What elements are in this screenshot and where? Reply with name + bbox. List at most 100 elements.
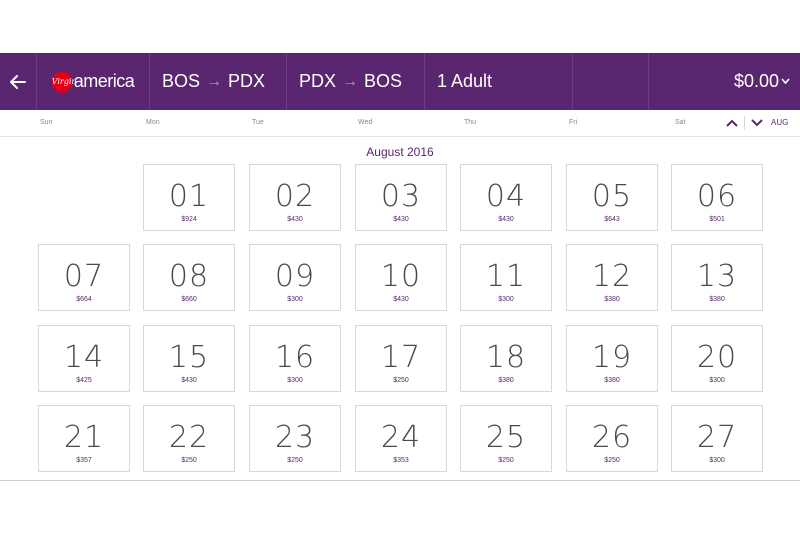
day-number: 03 [380,179,422,214]
day-fare: $430 [393,296,409,303]
day-fare: $660 [181,296,197,303]
back-button[interactable] [0,53,37,110]
day-fare: $501 [709,216,725,223]
day-number: 11 [485,259,527,294]
weekday-mon: Mon [146,119,160,126]
day-fare: $300 [709,457,725,464]
calendar-day[interactable]: 23 $250 [249,405,341,472]
calendar-day[interactable]: 27 $300 [671,405,763,472]
day-fare: $380 [709,296,725,303]
month-title: August 2016 [366,145,434,159]
weekday-wed: Wed [358,119,373,126]
day-fare: $250 [393,377,409,384]
day-number: 10 [380,259,422,294]
calendar-day[interactable]: 08 $660 [143,244,235,311]
day-number: 27 [696,420,738,455]
day-fare: $430 [498,216,514,223]
day-fare: $380 [604,296,620,303]
top-bar: Virgin america BOS → PDX PDX → BOS 1 Adu… [0,53,800,110]
day-fare: $300 [709,377,725,384]
day-fare: $300 [498,296,514,303]
day-number: 22 [168,420,210,455]
current-month-label: AUG [771,118,789,127]
day-number: 19 [591,340,633,375]
calendar-day[interactable]: 15 $430 [143,325,235,392]
calendar-day[interactable]: 06 $501 [671,164,763,231]
day-fare: $924 [181,216,197,223]
total-price: $0.00 [733,71,779,91]
calendar-day[interactable]: 20 $300 [671,325,763,392]
day-number: 18 [485,340,527,375]
calendar-day[interactable]: 04 $430 [460,164,552,231]
calendar-day[interactable]: 09 $300 [249,244,341,311]
day-number: 13 [696,259,738,294]
day-fare: $250 [287,457,303,464]
chevron-up-icon[interactable] [726,115,738,130]
calendar-day[interactable]: 18 $380 [460,325,552,392]
calendar-day[interactable]: 11 $300 [460,244,552,311]
day-fare: $425 [76,377,92,384]
day-fare: $643 [604,216,620,223]
calendar-day[interactable]: 17 $250 [355,325,447,392]
calendar-day[interactable]: 24 $353 [355,405,447,472]
calendar-day[interactable]: 03 $430 [355,164,447,231]
header-spacer [573,53,649,110]
outbound-route[interactable]: BOS → PDX [150,53,287,110]
day-number: 01 [168,179,210,214]
day-number: 02 [274,179,316,214]
divider [0,480,800,481]
calendar-day[interactable]: 14 $425 [38,325,130,392]
day-number: 07 [63,259,105,294]
day-number: 15 [168,340,210,375]
passenger-count: 1 Adult [437,71,493,91]
day-fare: $250 [604,457,620,464]
day-fare: $250 [181,457,197,464]
chevron-down-icon[interactable] [751,115,763,130]
day-fare: $430 [393,216,409,223]
calendar-day[interactable]: 05 $643 [566,164,658,231]
day-number: 08 [168,259,210,294]
return-destination: BOS [364,71,403,91]
calendar-day[interactable]: 10 $430 [355,244,447,311]
calendar-day[interactable]: 21 $357 [38,405,130,472]
right-arrow-icon: → [206,72,223,90]
day-number: 24 [380,420,422,455]
weekday-sat: Sat [675,119,686,126]
month-navigation: AUG [726,115,788,130]
calendar-day[interactable]: 12 $380 [566,244,658,311]
day-number: 05 [591,179,633,214]
outbound-destination: PDX [228,71,266,91]
weekday-sun: Sun [40,119,53,126]
calendar-day[interactable]: 16 $300 [249,325,341,392]
virgin-america-logo[interactable]: Virgin america [37,53,150,110]
price-summary[interactable]: $0.00 [649,53,800,110]
right-arrow-icon: → [342,72,359,90]
calendar-day[interactable]: 25 $250 [460,405,552,472]
passenger-selector[interactable]: 1 Adult [425,53,573,110]
weekday-header: Sun Mon Tue Wed Thu Fri Sat AUG [0,110,800,137]
calendar-day[interactable]: 07 $664 [38,244,130,311]
return-origin: PDX [299,71,337,91]
calendar-day[interactable]: 13 $380 [671,244,763,311]
day-fare: $250 [498,457,514,464]
outbound-origin: BOS [162,71,201,91]
calendar-day[interactable]: 22 $250 [143,405,235,472]
return-route[interactable]: PDX → BOS [287,53,425,110]
chevron-down-icon [781,78,790,85]
day-fare: $300 [287,377,303,384]
calendar-day[interactable]: 19 $380 [566,325,658,392]
calendar-day[interactable]: 01 $924 [143,164,235,231]
day-number: 21 [63,420,105,455]
weekday-fri: Fri [569,119,578,126]
day-number: 26 [591,420,633,455]
calendar-day[interactable]: 26 $250 [566,405,658,472]
calendar-day[interactable]: 02 $430 [249,164,341,231]
day-number: 17 [380,340,422,375]
day-fare: $300 [287,296,303,303]
day-fare: $430 [181,377,197,384]
day-fare: $380 [604,377,620,384]
day-number: 25 [485,420,527,455]
nav-divider [744,115,745,130]
day-number: 09 [274,259,316,294]
weekday-thu: Thu [464,119,477,126]
